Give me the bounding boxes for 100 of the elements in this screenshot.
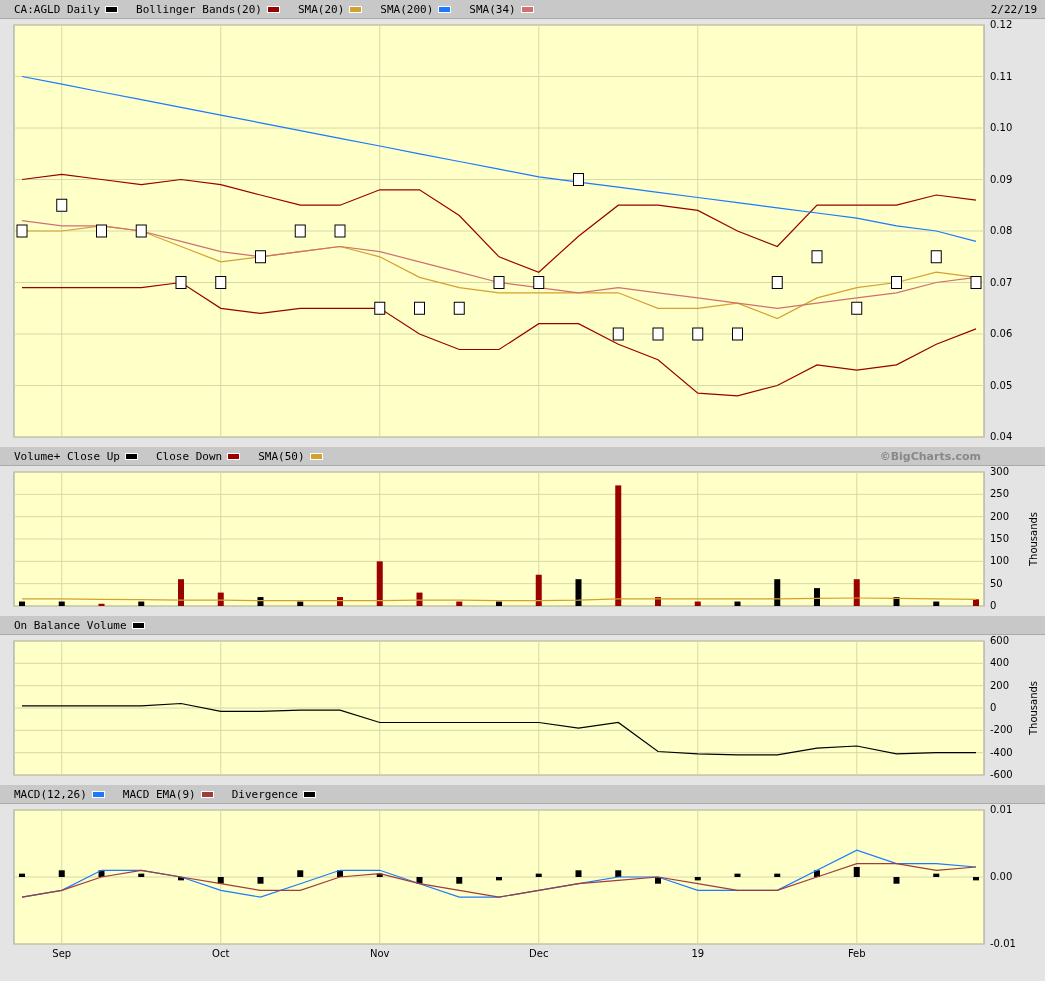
histogram-bar — [535, 873, 542, 877]
legend-label: Divergence — [231, 787, 298, 801]
axis-title: Thousands — [1028, 680, 1039, 736]
axis-label: 150 — [990, 533, 1010, 544]
price-candle — [573, 173, 584, 186]
histogram-bar — [337, 597, 343, 606]
chart-date: 2/22/19 — [990, 2, 1037, 16]
axis-label: Sep — [52, 948, 72, 959]
legend-label: SMA(50) — [258, 449, 305, 463]
axis-label: 0.09 — [990, 173, 1013, 185]
axis-label: 19 — [691, 948, 705, 959]
histogram-bar — [655, 597, 661, 606]
histogram-bar — [376, 561, 383, 606]
price-candle — [970, 276, 982, 289]
histogram-bar — [734, 601, 741, 606]
price-candle — [453, 301, 465, 315]
axis-label: -600 — [990, 769, 1013, 780]
price-candle — [96, 224, 107, 238]
axis-label: 200 — [990, 679, 1010, 691]
histogram-bar — [814, 870, 820, 877]
price-candle — [215, 276, 227, 289]
histogram-bar — [58, 601, 65, 606]
price-candle — [294, 224, 306, 238]
axis-label: 0.01 — [990, 804, 1013, 815]
histogram-bar — [98, 603, 105, 606]
axis-label: 250 — [990, 488, 1010, 500]
price-candle — [851, 301, 863, 315]
price-candle — [175, 276, 187, 289]
histogram-bar — [297, 601, 304, 606]
histogram-bar — [535, 574, 542, 606]
axis-label: 0.12 — [990, 19, 1013, 30]
axis-label: 0.10 — [990, 122, 1013, 133]
axis-label: 200 — [990, 510, 1010, 522]
histogram-bar — [456, 877, 463, 884]
histogram-bar — [774, 873, 781, 877]
histogram-bar — [694, 601, 701, 606]
histogram-bar — [416, 592, 423, 606]
axis-label: Feb — [847, 948, 866, 959]
histogram-bar — [496, 877, 502, 881]
price-candle — [652, 327, 664, 341]
histogram-bar — [853, 866, 860, 877]
histogram-bar — [893, 597, 900, 606]
histogram-bar — [853, 579, 860, 606]
legend-label: Volume+ Close Up — [14, 449, 120, 463]
histogram-bar — [973, 599, 979, 606]
histogram-bar — [376, 873, 383, 877]
histogram-bar — [416, 877, 423, 884]
histogram-bar — [575, 870, 582, 877]
axis-label: 0.11 — [990, 70, 1013, 82]
price-candle — [56, 198, 68, 212]
axis-label: 0.07 — [990, 276, 1013, 288]
price-candle — [612, 327, 624, 341]
price-candle — [16, 224, 28, 238]
histogram-bar — [973, 877, 979, 881]
histogram-bar — [774, 579, 781, 606]
price-candle — [493, 276, 505, 289]
price-candle — [255, 250, 266, 264]
axis-label: 0.05 — [990, 379, 1013, 391]
legend-label: MACD(12,26) — [14, 787, 87, 801]
axis-label: 0.06 — [990, 328, 1013, 339]
price-candle — [692, 327, 704, 341]
histogram-bar — [496, 601, 502, 606]
histogram-bar — [456, 601, 463, 606]
axis-label: 0.00 — [990, 871, 1013, 882]
histogram-bar — [257, 877, 264, 884]
price-candle — [771, 276, 783, 289]
histogram-bar — [257, 597, 264, 606]
axis-title: Thousands — [1028, 511, 1039, 567]
axis-label: 0 — [990, 600, 997, 611]
price-candle — [135, 224, 147, 238]
histogram-bar — [337, 870, 343, 877]
legend-label: SMA(200) — [380, 2, 434, 16]
histogram-bar — [217, 877, 224, 884]
axis-label: -200 — [990, 724, 1013, 736]
histogram-bar — [98, 870, 105, 877]
histogram-bar — [893, 877, 900, 884]
price-candle — [334, 224, 346, 238]
price-candle — [533, 276, 545, 289]
legend-label: CA:AGLD Daily — [14, 2, 101, 16]
histogram-bar — [575, 579, 582, 606]
price-candle — [811, 250, 823, 264]
price-candle — [930, 250, 942, 264]
axis-label: Dec — [529, 948, 549, 959]
legend-label: Bollinger Bands(20) — [136, 2, 262, 16]
axis-label: 0.08 — [990, 225, 1013, 236]
histogram-bar — [933, 873, 940, 877]
axis-label: 0 — [990, 702, 997, 713]
axis-label: 600 — [990, 635, 1010, 646]
histogram-bar — [19, 873, 25, 877]
price-candle — [891, 276, 902, 289]
legend-label: Close Down — [155, 449, 223, 463]
axis-label: 400 — [990, 657, 1010, 669]
histogram-bar — [217, 592, 224, 606]
axis-label: -0.01 — [990, 938, 1016, 949]
histogram-bar — [19, 601, 25, 606]
axis-label: -400 — [990, 746, 1013, 758]
histogram-bar — [138, 873, 145, 877]
legend-label: SMA(34) — [469, 2, 516, 16]
axis-label: 100 — [990, 555, 1010, 567]
histogram-bar — [933, 601, 940, 606]
